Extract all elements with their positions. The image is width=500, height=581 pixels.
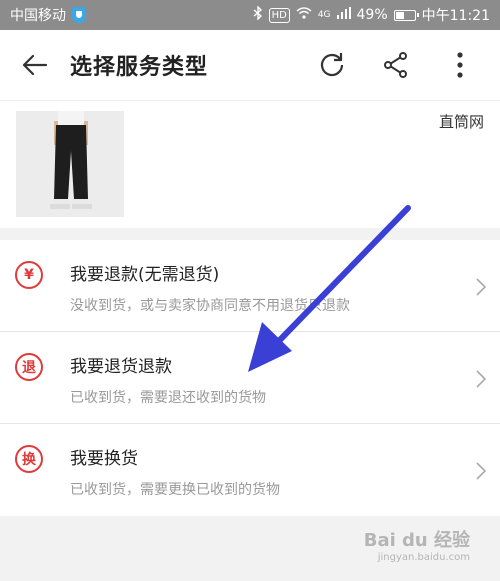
- product-card: 直筒网: [0, 100, 500, 228]
- battery-icon: [393, 9, 419, 21]
- shop-name: 直筒网: [438, 113, 484, 131]
- signal-icon: [336, 7, 351, 23]
- back-arrow-icon: [22, 54, 48, 76]
- refresh-button[interactable]: [300, 30, 364, 100]
- option-return-refund[interactable]: 退 我要退货退款 已收到货，需要退还收到的货物: [0, 332, 500, 424]
- watermark-url: jingyan.baidu.com: [377, 552, 470, 563]
- option-description: 已收到货，需要退还收到的货物: [70, 390, 266, 406]
- option-title: 我要退款(无需退货): [70, 265, 220, 285]
- option-description: 已收到货，需要更换已收到的货物: [70, 482, 280, 498]
- battery-percent: 49%: [356, 7, 388, 23]
- option-exchange[interactable]: 换 我要换货 已收到货，需要更换已收到的货物: [0, 424, 500, 516]
- hd-badge: HD: [268, 7, 290, 23]
- top-app-bar: 选择服务类型: [0, 30, 500, 100]
- status-bar: 中国移动 HD 4G 49% 中午11:21: [0, 0, 500, 30]
- product-image[interactable]: [16, 111, 124, 217]
- status-left: 中国移动: [10, 5, 86, 25]
- refresh-icon: [320, 53, 344, 77]
- yen-refund-icon: ¥: [15, 261, 43, 289]
- exchange-icon: 换: [15, 445, 43, 473]
- clock: 中午11:21: [421, 8, 490, 24]
- return-icon: 退: [15, 353, 43, 381]
- chevron-right-icon: [476, 278, 486, 296]
- chevron-right-icon: [476, 462, 486, 480]
- pants-model-icon: [16, 111, 124, 217]
- option-title: 我要退货退款: [70, 357, 172, 377]
- watermark-brand: Bai du 经验: [363, 530, 470, 551]
- option-title: 我要换货: [70, 449, 138, 469]
- share-button[interactable]: [364, 30, 428, 100]
- status-right: HD 4G 49% 中午11:21: [253, 5, 490, 25]
- bluetooth-icon: [253, 5, 263, 24]
- more-button[interactable]: [428, 30, 492, 100]
- back-button[interactable]: [0, 30, 70, 100]
- security-shield-icon: [72, 7, 86, 23]
- more-vertical-icon: [457, 52, 463, 78]
- share-icon: [384, 52, 407, 78]
- wifi-icon: [296, 7, 312, 23]
- service-options-list: ¥ 我要退款(无需退货) 没收到货，或与卖家协商同意不用退货只退款 退 我要退货…: [0, 240, 500, 516]
- network-type: 4G: [317, 10, 331, 20]
- option-refund-only[interactable]: ¥ 我要退款(无需退货) 没收到货，或与卖家协商同意不用退货只退款: [0, 240, 500, 332]
- baidu-watermark: Bai du 经验 jingyan.baidu.com: [364, 526, 470, 563]
- option-description: 没收到货，或与卖家协商同意不用退货只退款: [70, 298, 350, 314]
- page-title: 选择服务类型: [70, 55, 209, 80]
- chevron-right-icon: [476, 370, 486, 388]
- header-actions: [300, 30, 492, 100]
- carrier-name: 中国移动: [10, 8, 66, 24]
